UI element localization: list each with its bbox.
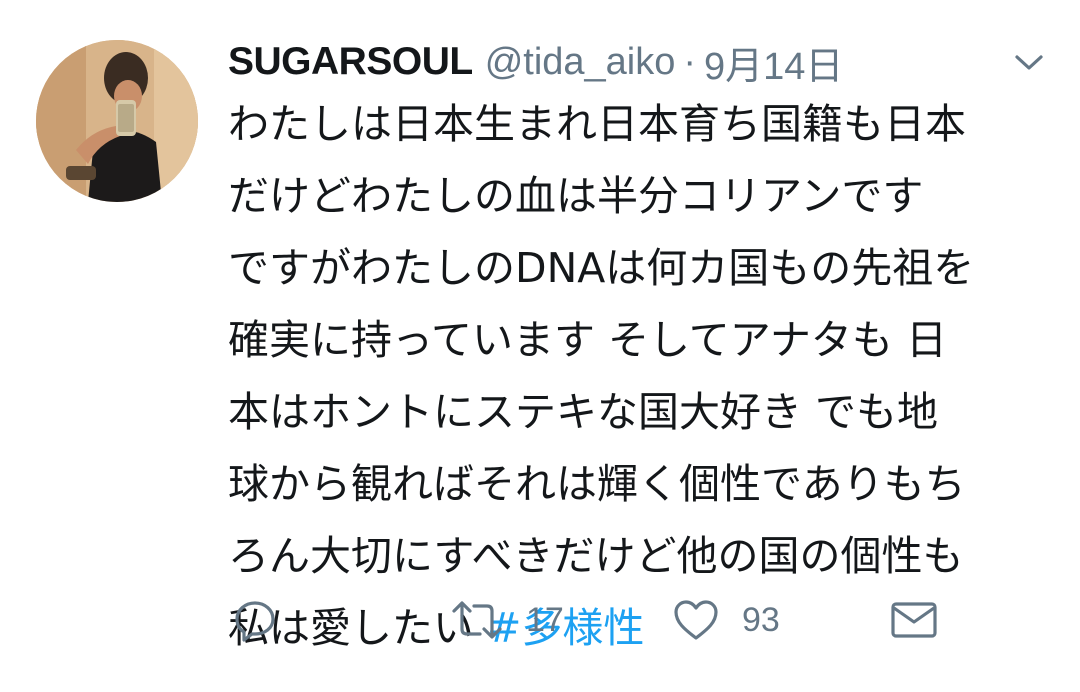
chevron-down-icon[interactable] [1012,48,1046,76]
reply-button[interactable] [232,590,278,650]
like-count: 93 [742,600,780,639]
tweet-text-line: わたしは日本生まれ日本育ち国籍も日本 [228,100,966,148]
retweet-button[interactable]: 17 [450,590,564,650]
tweet-text-line: ろん大切にすべきだけど他の国の個性も [228,532,964,580]
heart-icon [672,597,720,643]
direct-message-button[interactable] [890,590,938,650]
tweet-text-line: 確実に持っています そしてアナタも 日 [228,316,947,364]
header-separator: · [683,40,697,83]
envelope-icon [890,600,938,640]
tweet-text-line: だけどわたしの血は半分コリアンです [228,172,924,220]
user-handle[interactable]: @tida_aiko [485,41,676,84]
tweet[interactable]: SUGARSOUL @tida_aiko · 9月14日 わたしは日本生まれ日本… [0,0,1080,692]
tweet-header: SUGARSOUL @tida_aiko · 9月14日 [228,36,843,88]
tweet-text: わたしは日本生まれ日本育ち国籍も日本 だけどわたしの血は半分コリアンです ですが… [228,88,1048,664]
tweet-text-line: 球から観ればそれは輝く個性でありもち [228,460,966,508]
tweet-date[interactable]: 9月14日 [704,35,843,90]
like-button[interactable]: 93 [672,590,780,650]
display-name[interactable]: SUGARSOUL [228,40,473,84]
retweet-count: 17 [526,600,564,639]
tweet-text-line: 本はホントにステキな国大好き でも地 [228,388,939,436]
reply-icon [232,597,278,643]
retweet-icon [450,597,504,643]
avatar[interactable] [36,40,198,202]
tweet-text-line: ですがわたしのDNAは何カ国もの先祖を [228,244,975,292]
tweet-actions: 17 93 [228,590,1048,650]
